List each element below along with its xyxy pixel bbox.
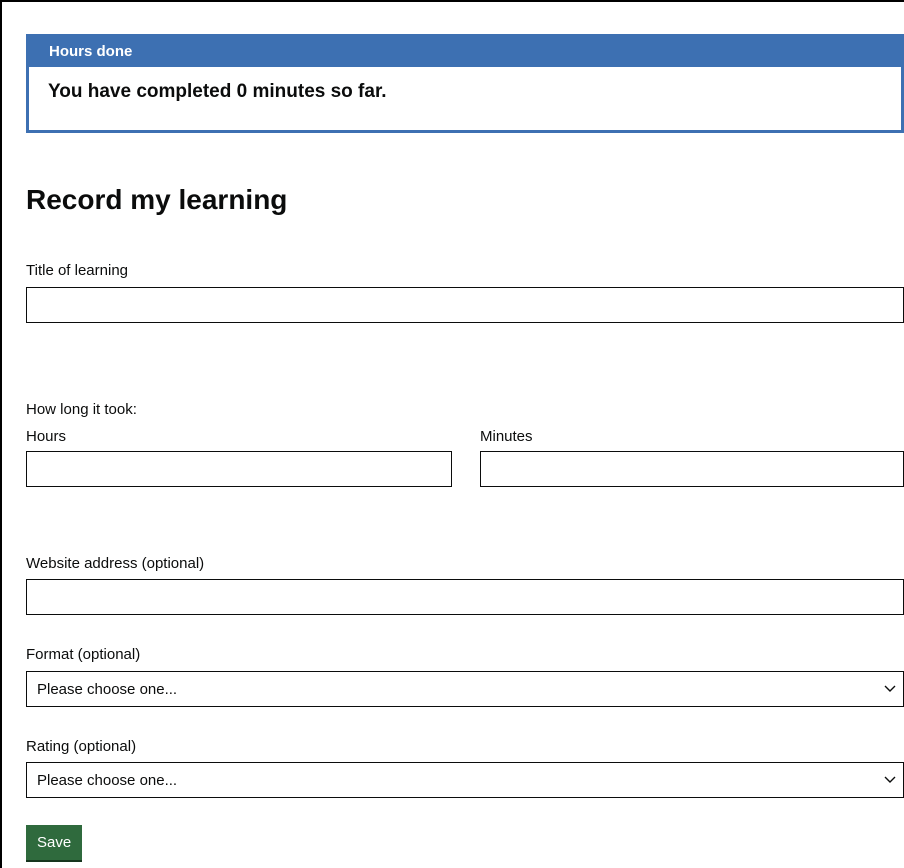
page-title: Record my learning [26,184,288,215]
minutes-input[interactable] [480,451,904,487]
website-input[interactable] [26,579,904,615]
chevron-down-icon [884,776,896,783]
minutes-label: Minutes [480,428,533,445]
hours-done-summary: You have completed 0 minutes so far. [48,81,387,102]
chevron-down-icon [884,685,896,692]
format-selected-value: Please choose one... [37,680,178,698]
format-label: Format (optional) [26,646,141,663]
website-label: Website address (optional) [26,555,205,572]
rating-label: Rating (optional) [26,738,137,755]
format-select[interactable]: Please choose one... [26,671,904,707]
title-of-learning-input[interactable] [26,287,904,323]
duration-question: How long it took: [26,401,137,418]
title-of-learning-label: Title of learning [26,262,128,279]
hours-done-header: Hours done [29,37,901,67]
rating-select[interactable]: Please choose one... [26,762,904,798]
rating-selected-value: Please choose one... [37,771,178,789]
page-frame: Hours done You have completed 0 minutes … [0,0,904,868]
save-button[interactable]: Save [26,825,83,860]
hours-label: Hours [26,428,67,445]
hours-done-panel: Hours done You have completed 0 minutes … [26,34,904,133]
hours-input[interactable] [26,451,452,487]
